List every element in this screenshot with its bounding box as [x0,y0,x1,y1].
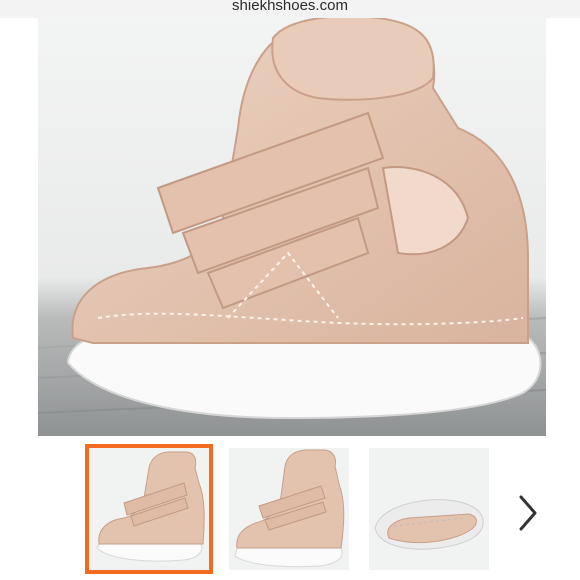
thumbnail-3[interactable] [369,448,489,570]
sneaker-side-view-photo [89,448,209,570]
main-product-image[interactable] [38,18,546,436]
address-bar[interactable]: shiekhshoes.com [0,0,580,18]
thumbnail-strip [0,436,580,580]
sneaker-sole-view-photo [369,448,489,570]
thumbnail-1[interactable] [85,444,213,574]
chevron-right-icon [519,495,537,531]
url-text: shiekhshoes.com [232,0,348,14]
next-thumbnail-button[interactable] [508,488,548,538]
wedge-sneaker-photo [38,18,546,436]
sneaker-angle-view-photo [229,448,349,570]
thumbnail-2[interactable] [229,448,349,570]
